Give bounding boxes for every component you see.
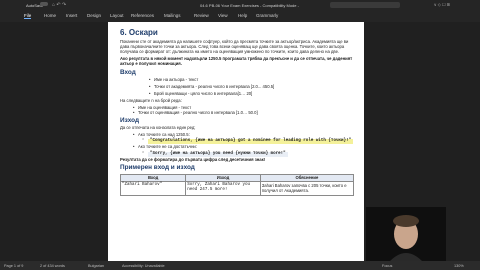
output-sublist-2: "Sorry, {име на актьора} you need {нужни…: [120, 150, 354, 157]
quick-access-toolbar[interactable]: ⌂ ↶ ↷: [52, 2, 66, 8]
status-bar: Page 1 of 9 2 of 434 words Bulgarian Acc…: [0, 261, 480, 270]
tab-view[interactable]: View: [218, 13, 228, 18]
input-list: Име на актьора - текст Точки от академия…: [120, 77, 354, 97]
list-item: "Congratulations, {име на актьора} got a…: [142, 137, 354, 145]
webcam-overlay: [366, 207, 446, 261]
zoom-level[interactable]: 130%: [454, 264, 464, 268]
autosave-toggle[interactable]: [40, 2, 48, 6]
tab-mailings[interactable]: Mailings: [164, 13, 181, 18]
column-header: Вход: [119, 173, 187, 182]
presenter-image: [366, 207, 446, 261]
each-line-text: На следващите n на брой реда:: [120, 98, 182, 104]
tab-references[interactable]: References: [131, 13, 154, 18]
sub-input-list: Име на оценяващия - текст Точки от оценя…: [120, 105, 354, 116]
language-indicator[interactable]: Bulgarian: [88, 264, 104, 268]
focus-button[interactable]: Focus: [382, 264, 392, 268]
rule-paragraph: Ако резултата в някой момент надхвърли 1…: [120, 56, 353, 67]
column-header: Изход: [185, 173, 261, 182]
column-header: Обяснение: [259, 173, 355, 182]
tab-review[interactable]: Review: [194, 13, 209, 18]
table-cell: "Zahari Baharov": [119, 180, 187, 196]
list-item: "Sorry, {име на актьора} you need {нужни…: [142, 150, 354, 157]
list-item: Име на актьора - текст: [149, 77, 354, 82]
format-note: Резултата да се форматира до първата циф…: [120, 156, 266, 162]
window-controls[interactable]: ∨ ◇ ☐ ⊞: [434, 2, 450, 7]
tab-file[interactable]: File: [24, 13, 32, 19]
word-count[interactable]: 2 of 434 words: [40, 264, 65, 268]
section-heading: 6. Оскари: [120, 28, 158, 37]
tab-grammarly[interactable]: Grammarly: [256, 13, 278, 18]
output-lead: Да се отпечата на конзолата един ред:: [120, 125, 196, 131]
output-sublist: "Congratulations, {име на актьора} got a…: [120, 137, 354, 145]
ribbon-tabs: File Home Insert Design Layout Reference…: [0, 11, 480, 22]
intro-paragraph: Поканени сте от академията да напишете с…: [120, 39, 349, 55]
list-item: Точки от оценяващия - реално число в инт…: [133, 110, 354, 115]
list-item: Точки от академията - реално число в инт…: [149, 84, 354, 89]
accessibility-indicator[interactable]: Accessibility: Unavailable: [122, 264, 165, 268]
input-heading: Вход: [120, 68, 136, 76]
list-item: Брой оценяващи - цяло число в интервала[…: [149, 91, 354, 96]
document-title: 04.6 PB-06 Your Exam Exercises - Compati…: [200, 3, 299, 8]
search-box[interactable]: [330, 2, 400, 8]
examples-table: Вход Изход Обяснение "Zahari Baharov" So…: [119, 173, 355, 196]
table-cell: Sorry, Zahari Baharov you need 247.5 mor…: [185, 180, 261, 196]
document-page[interactable]: 6. Оскари Поканени сте от академията да …: [108, 22, 364, 261]
tab-design[interactable]: Design: [87, 13, 101, 18]
tab-insert[interactable]: Insert: [66, 13, 77, 18]
tab-help[interactable]: Help: [238, 13, 247, 18]
tab-home[interactable]: Home: [44, 13, 56, 18]
table-row: "Zahari Baharov" Sorry, Zahari Baharov y…: [119, 180, 355, 196]
table-cell: Заhari Baharov започва с 205 точки, коит…: [259, 180, 355, 196]
output-heading: Изход: [120, 117, 140, 125]
table-header-row: Вход Изход Обяснение: [119, 173, 355, 182]
examples-heading: Примерен вход и изход: [120, 163, 195, 171]
tab-layout[interactable]: Layout: [110, 13, 124, 18]
page-indicator[interactable]: Page 1 of 9: [4, 264, 23, 268]
code-snippet: "Sorry, {име на актьора} you need {нужни…: [148, 151, 288, 157]
